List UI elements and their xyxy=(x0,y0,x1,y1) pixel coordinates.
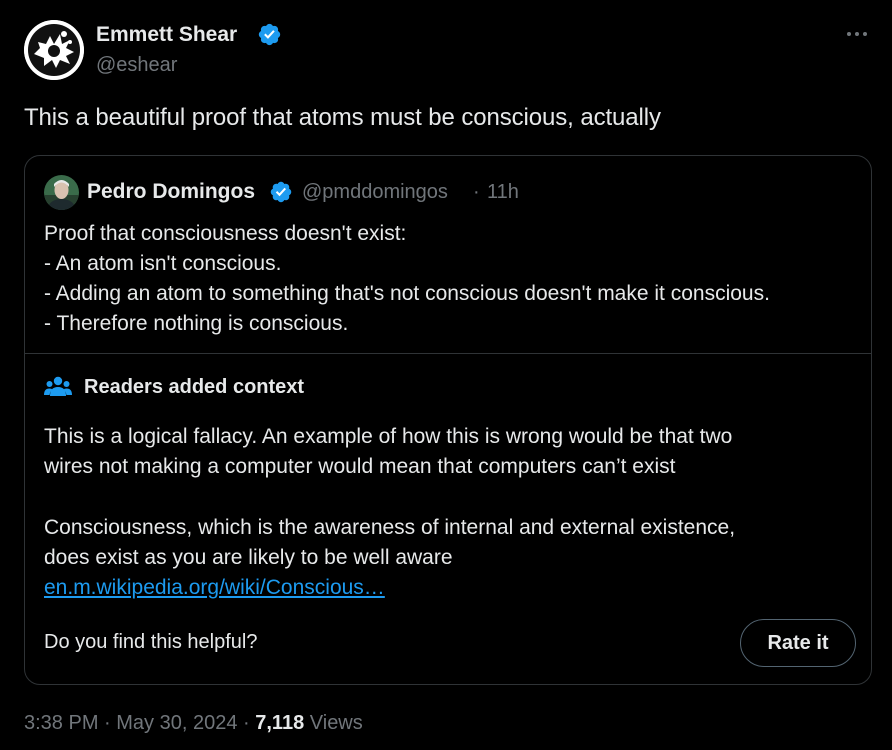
author-name[interactable]: Emmett Shear xyxy=(96,23,237,47)
people-icon xyxy=(44,376,72,396)
separator-dot: · xyxy=(243,712,250,734)
note-text-line: Consciousness, which is the awareness of… xyxy=(44,516,736,539)
note-text-line: does exist as you are likely to be well … xyxy=(44,546,453,569)
verified-badge-icon xyxy=(258,23,281,46)
community-note-title: Readers added context xyxy=(84,376,305,398)
note-text-line: wires not making a computer would mean t… xyxy=(44,455,676,478)
tweet-metadata: 3:38 PM · May 30, 2024 · 7,118 Views xyxy=(24,712,363,735)
quoted-tweet-text: Proof that consciousness doesn't exist: … xyxy=(44,219,770,339)
author-handle[interactable]: @eshear xyxy=(96,54,177,77)
quoted-author-avatar[interactable] xyxy=(44,175,79,210)
views-count: 7,118 xyxy=(255,712,305,734)
divider xyxy=(25,353,871,354)
quoted-author-handle[interactable]: @pmddomingos xyxy=(302,181,448,204)
tweet-timestamp[interactable]: 3:38 PM · May 30, 2024 xyxy=(24,712,237,734)
quoted-tweet-card[interactable]: Pedro Domingos @pmddomingos · 11h Proof … xyxy=(24,155,872,685)
rate-it-button[interactable]: Rate it xyxy=(740,619,856,667)
helpful-question: Do you find this helpful? xyxy=(44,631,258,653)
more-horizontal-icon[interactable] xyxy=(842,22,872,46)
verified-badge-icon xyxy=(270,181,292,203)
community-note-body: This is a logical fallacy. An example of… xyxy=(44,422,735,603)
quoted-text-line: Proof that consciousness doesn't exist: xyxy=(44,222,407,245)
source-link[interactable]: en.m.wikipedia.org/wiki/Conscious… xyxy=(44,576,385,599)
views-label: Views xyxy=(309,712,363,734)
quoted-author-name[interactable]: Pedro Domingos xyxy=(87,180,255,204)
tweet-header: Emmett Shear @eshear xyxy=(24,20,872,80)
quoted-timestamp[interactable]: 11h xyxy=(487,181,519,204)
quoted-text-line: - Therefore nothing is conscious. xyxy=(44,312,349,335)
separator-dot: · xyxy=(473,181,480,203)
tweet-text: This a beautiful proof that atoms must b… xyxy=(24,104,661,131)
quoted-text-line: - Adding an atom to something that's not… xyxy=(44,282,770,305)
quoted-text-line: - An atom isn't conscious. xyxy=(44,252,282,275)
author-avatar[interactable] xyxy=(24,20,84,80)
note-text-line: This is a logical fallacy. An example of… xyxy=(44,425,733,448)
